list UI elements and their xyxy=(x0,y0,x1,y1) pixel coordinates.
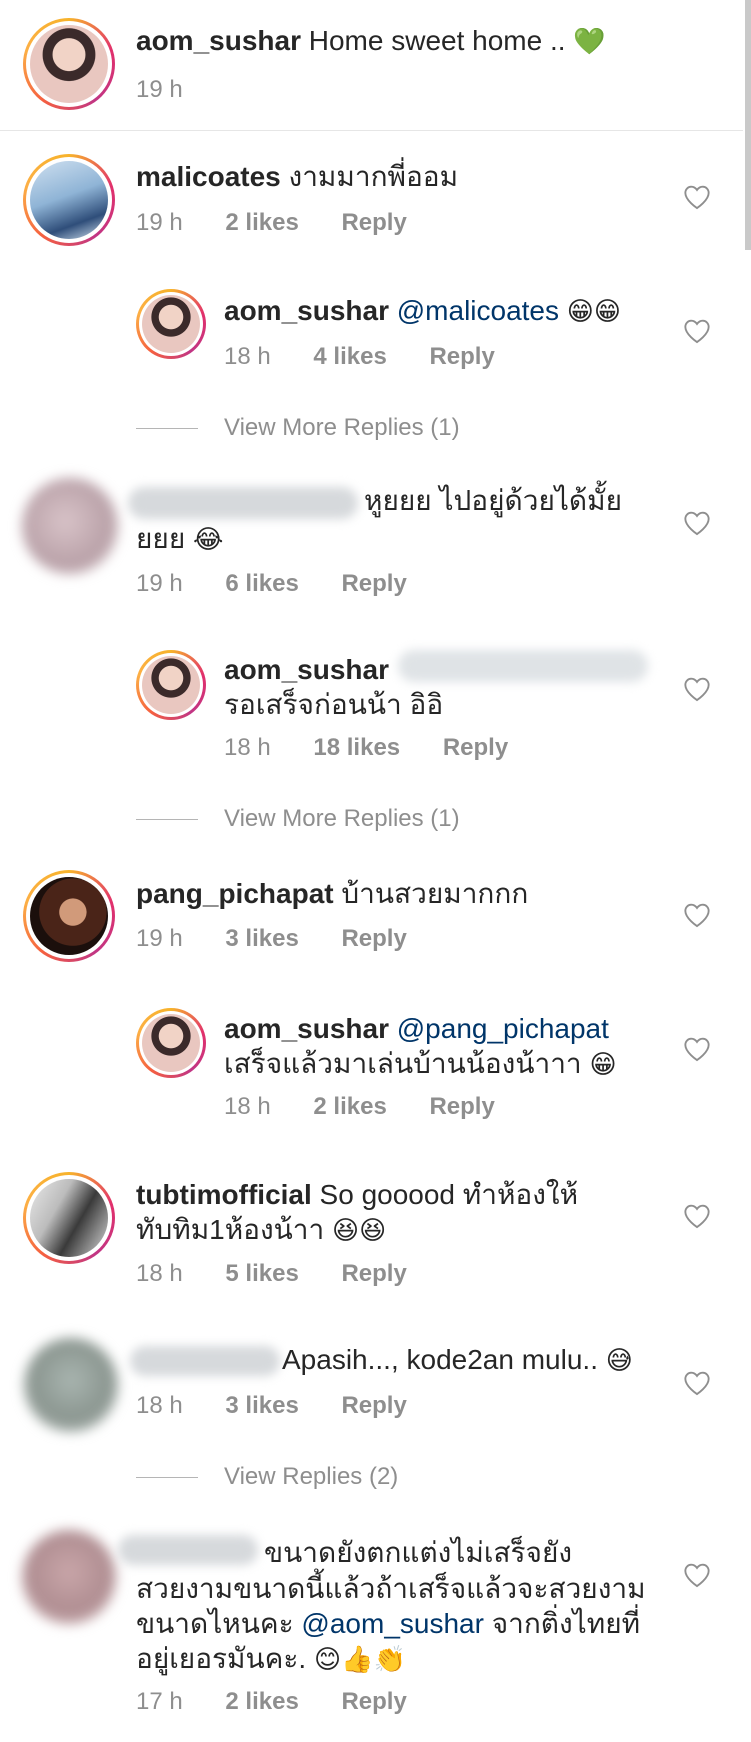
timestamp: 18 h xyxy=(224,343,271,370)
comment-text: ขนาดไหนคะ xyxy=(136,1608,294,1639)
username[interactable] xyxy=(118,1535,258,1565)
caption-text: Home sweet home .. xyxy=(308,25,566,56)
likes-count[interactable]: 2 likes xyxy=(225,1688,298,1715)
timestamp: 19 h xyxy=(136,76,183,103)
scrollbar[interactable] xyxy=(745,0,751,250)
avatar[interactable] xyxy=(22,478,118,574)
heart-outline-icon[interactable] xyxy=(683,510,711,536)
comment-text: So gooood ทำห้องให้ xyxy=(319,1179,579,1210)
heart-outline-icon[interactable] xyxy=(683,318,711,344)
avatar[interactable] xyxy=(22,1530,116,1624)
likes-count[interactable]: 4 likes xyxy=(313,343,386,370)
likes-count[interactable]: 6 likes xyxy=(225,570,298,597)
mention-link[interactable]: @pang_pichapat xyxy=(397,1013,609,1044)
comment-text: ขนาดยังตกแต่งไม่เสร็จยัง xyxy=(264,1537,573,1568)
green-heart-emoji: 💚 xyxy=(573,27,606,57)
likes-count[interactable]: 5 likes xyxy=(225,1260,298,1287)
reply-button[interactable]: Reply xyxy=(429,1093,494,1120)
divider-line xyxy=(136,428,198,429)
laughing-emoji: 😂 xyxy=(193,525,224,555)
comment-text: รอเสร็จก่อนน้า อิอิ xyxy=(224,689,444,720)
timestamp: 18 h xyxy=(136,1260,183,1287)
mention-link[interactable]: @malicoates xyxy=(397,295,559,326)
comment-text: ยยย xyxy=(136,523,186,554)
heart-outline-icon[interactable] xyxy=(683,902,711,928)
username[interactable]: aom_sushar xyxy=(224,295,389,326)
timestamp: 19 h xyxy=(136,209,183,236)
avatar[interactable] xyxy=(23,870,115,962)
username[interactable]: pang_pichapat xyxy=(136,878,334,909)
avatar[interactable] xyxy=(136,650,206,720)
view-more-replies[interactable]: View More Replies (1) xyxy=(224,805,460,833)
username[interactable] xyxy=(130,1346,280,1376)
likes-count[interactable]: 3 likes xyxy=(225,925,298,952)
timestamp: 18 h xyxy=(224,734,271,761)
view-more-replies[interactable]: View More Replies (1) xyxy=(224,414,460,442)
comment-text: หูยยย ไปอยู่ด้วยได้มั้ย xyxy=(364,485,622,516)
comment-text: งามมากพี่ออม xyxy=(288,161,459,192)
likes-count[interactable]: 2 likes xyxy=(225,209,298,236)
timestamp: 18 h xyxy=(224,1093,271,1120)
reply-button[interactable]: Reply xyxy=(341,1392,406,1419)
reply-button[interactable]: Reply xyxy=(443,734,508,761)
laughing-emoji: 😆😆 xyxy=(332,1216,387,1246)
timestamp: 19 h xyxy=(136,925,183,952)
grinning-emoji: 😁 xyxy=(589,1050,617,1080)
grinning-emoji: 😁😁 xyxy=(566,297,622,327)
avatar[interactable] xyxy=(24,1338,118,1432)
mention-link[interactable] xyxy=(398,650,648,682)
likes-count[interactable]: 2 likes xyxy=(313,1093,386,1120)
reply-button[interactable]: Reply xyxy=(341,209,406,236)
heart-outline-icon[interactable] xyxy=(683,676,711,702)
divider-line xyxy=(136,819,198,820)
comment-text: จากติ่งไทยที่ xyxy=(491,1608,641,1639)
smile-thumbsup-clap-emoji: 😊👍👏 xyxy=(313,1645,406,1675)
timestamp: 19 h xyxy=(136,570,183,597)
avatar[interactable] xyxy=(23,18,115,110)
comment-text: สวยงามขนาดนี้แล้วถ้าเสร็จแล้วจะสวยงาม xyxy=(136,1573,646,1604)
reply-button[interactable]: Reply xyxy=(429,343,494,370)
divider-line xyxy=(136,1477,198,1478)
username[interactable]: aom_sushar xyxy=(136,25,301,56)
likes-count[interactable]: 18 likes xyxy=(313,734,400,761)
avatar[interactable] xyxy=(23,154,115,246)
avatar[interactable] xyxy=(136,289,206,359)
username[interactable]: tubtimofficial xyxy=(136,1179,312,1210)
heart-outline-icon[interactable] xyxy=(683,1562,711,1588)
avatar[interactable] xyxy=(23,1172,115,1264)
heart-outline-icon[interactable] xyxy=(683,1036,711,1062)
heart-outline-icon[interactable] xyxy=(683,1203,711,1229)
timestamp: 18 h xyxy=(136,1392,183,1419)
comment-text: Apasih..., kode2an mulu.. xyxy=(282,1344,598,1375)
reply-button[interactable]: Reply xyxy=(341,1260,406,1287)
comment-text: เสร็จแล้วมาเล่นบ้านน้องน้าาา xyxy=(224,1048,582,1079)
username[interactable] xyxy=(128,487,358,519)
timestamp: 17 h xyxy=(136,1688,183,1715)
reply-button[interactable]: Reply xyxy=(341,925,406,952)
mention-link[interactable]: @aom_sushar xyxy=(301,1608,484,1639)
sweat-smile-emoji: 😅 xyxy=(605,1346,633,1376)
view-replies[interactable]: View Replies (2) xyxy=(224,1463,398,1491)
comment-text: ทับทิม1ห้องน้าา xyxy=(136,1214,325,1245)
divider xyxy=(0,130,743,131)
heart-outline-icon[interactable] xyxy=(683,1370,711,1396)
username[interactable]: aom_sushar xyxy=(224,1013,389,1044)
comment-text: บ้านสวยมากกก xyxy=(341,878,529,909)
comment-text: อยู่เยอรมันคะ. xyxy=(136,1643,307,1674)
username[interactable]: aom_sushar xyxy=(224,654,389,685)
reply-button[interactable]: Reply xyxy=(341,1688,406,1715)
heart-outline-icon[interactable] xyxy=(683,184,711,210)
avatar[interactable] xyxy=(136,1008,206,1078)
username[interactable]: malicoates xyxy=(136,161,281,192)
reply-button[interactable]: Reply xyxy=(341,570,406,597)
likes-count[interactable]: 3 likes xyxy=(225,1392,298,1419)
